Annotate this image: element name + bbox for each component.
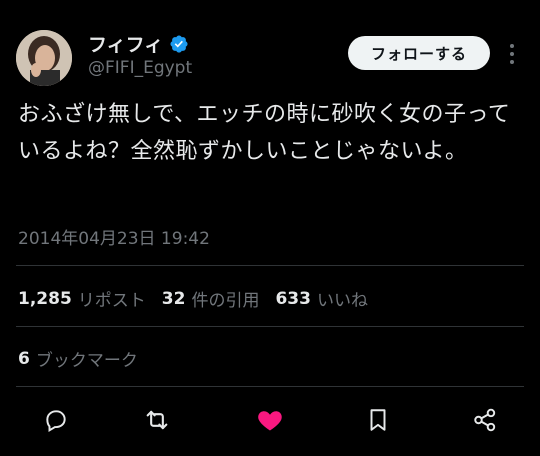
quotes-count[interactable]: 32	[162, 289, 186, 309]
tweet-text: おふざけ無しで、エッチの時に砂吹く女の子っているよね？全然恥ずかしいことじゃない…	[18, 102, 511, 164]
display-name[interactable]: フィフィ	[88, 30, 163, 57]
quotes-label[interactable]: 件の引用	[191, 286, 259, 311]
avatar[interactable]	[16, 30, 72, 86]
likes-label[interactable]: いいね	[317, 286, 368, 311]
likes-count[interactable]: 633	[275, 289, 311, 309]
bookmarks-count[interactable]: 6	[18, 349, 30, 369]
retweets-label[interactable]: リポスト	[78, 286, 146, 311]
engagement-stats: 1,285 リポスト 32 件の引用 633 いいね	[18, 286, 384, 312]
follow-button[interactable]: フォローする	[348, 36, 490, 70]
action-bar	[0, 398, 540, 442]
bookmarks-label[interactable]: ブックマーク	[36, 346, 138, 371]
retweets-count[interactable]: 1,285	[18, 289, 72, 309]
share-icon[interactable]	[471, 406, 499, 434]
more-icon[interactable]	[502, 40, 522, 68]
divider	[16, 265, 524, 266]
timestamp[interactable]: 2014年04月23日 19:42	[18, 224, 210, 249]
handle[interactable]: @FIFI_Egypt	[88, 58, 192, 78]
like-icon[interactable]	[256, 406, 284, 434]
divider	[16, 326, 524, 327]
verified-badge-icon	[169, 34, 189, 54]
bookmark-icon[interactable]	[364, 406, 392, 434]
retweet-icon[interactable]	[143, 406, 171, 434]
bookmarks-stat: 6 ブックマーク	[18, 346, 154, 372]
divider	[16, 386, 524, 387]
reply-icon[interactable]	[42, 406, 70, 434]
